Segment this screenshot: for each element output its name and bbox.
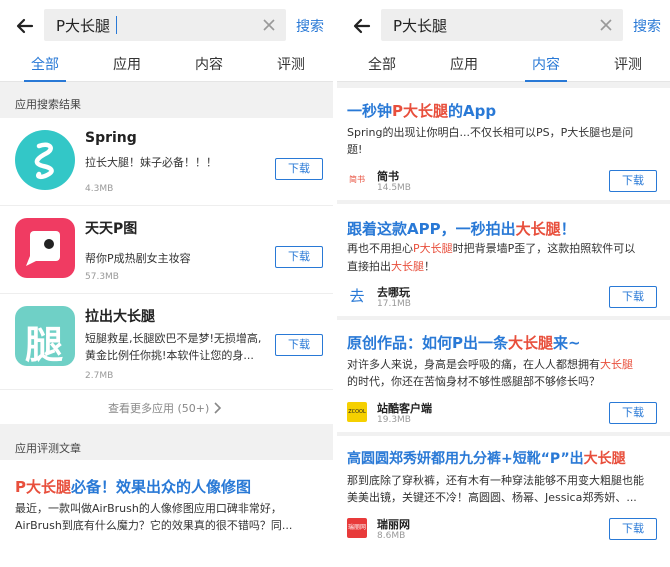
app-name: 拉出大长腿 [85,309,155,325]
reviews-section-header: 应用评测文章 [0,430,333,460]
search-button[interactable]: 搜索 [296,16,324,36]
app-size: 4.3MB [85,184,114,194]
article-title: P大长腿必备！效果出众的人像修图 [15,478,252,496]
tab-bar: 全部 应用 内容 评测 [0,52,333,82]
search-input[interactable]: P大长腿 [44,9,286,41]
search-bar: P大长腿 搜索 [337,0,670,52]
tab-all[interactable]: 全部 [4,54,86,82]
app-list-item[interactable]: 天天P图 帮你P成热剧女主妆容 57.3MB 下载 [0,206,333,294]
source-app-size: 17.1MB [377,299,411,309]
article-excerpt-line2: 直接拍出大长腿！ [347,260,435,273]
tab-reviews[interactable]: 评测 [587,54,669,80]
app-list-item[interactable]: Spring 拉长大腿！妹子必备！！！ 4.3MB 下载 [0,118,333,206]
jianshu-logo-icon: 简书 [347,170,367,190]
source-app-size: 19.3MB [377,415,411,425]
more-apps-link[interactable]: 查看更多应用 (50+) [0,390,333,424]
download-button[interactable]: 下载 [609,286,657,308]
source-app-size: 8.6MB [377,531,406,541]
article-excerpt-line2: 的时代，你还在苦恼身材不够性感腿部不够修长吗？ [347,375,600,388]
article-excerpt-line1: 再也不用担心P大长腿时把背景墙P歪了，这款拍照软件可以 [347,242,636,255]
rayli-logo-icon: 瑞丽网 [347,518,367,538]
download-button[interactable]: 下载 [275,334,323,356]
back-arrow-icon[interactable] [349,13,375,39]
download-button[interactable]: 下载 [275,246,323,268]
article-excerpt-line1: 最近，一款叫做AirBrush的人像修图应用口碑非常好， [15,502,282,515]
app-list-item[interactable]: 腿 拉出大长腿 短腿救星,长腿欧巴不是梦!无损增高, 黄金比例任你挑!本软件让您… [0,294,333,390]
more-apps-label: 查看更多应用 (50+) [108,402,210,415]
search-bar: P大长腿 搜索 [0,0,333,52]
tab-bar: 全部 应用 内容 评测 [337,52,670,82]
tiantian-ptu-app-icon [15,218,75,278]
content-article-card[interactable]: 原创作品：如何P出一条大长腿来~ 对许多人来说，身高是会呼吸的痛，在人人都想拥有… [337,320,670,432]
content-article-card[interactable]: 跟着这款APP，一秒拍出大长腿！ 再也不用担心P大长腿时把背景墙P歪了，这款拍照… [337,204,670,316]
article-title: 高圆圆郑秀妍都用九分裤+短靴“P”出大长腿 [347,451,626,467]
content-article-card[interactable]: 一秒钟P大长腿的App Spring的出现让你明白...不仅长相可以PS，P大长… [337,88,670,200]
source-name: 去哪玩 [377,286,410,299]
search-input[interactable]: P大长腿 [381,9,623,41]
tab-reviews[interactable]: 评测 [250,54,332,80]
app-name: Spring [85,130,137,146]
article-title: 跟着这款APP，一秒拍出大长腿！ [347,220,576,238]
source-app-size: 14.5MB [377,183,411,193]
apps-section-title: 应用搜索结果 [15,98,81,111]
article-excerpt-line1: 对许多人来说，身高是会呼吸的痛，在人人都想拥有大长腿 [347,358,633,371]
article-excerpt-line1: Spring的出现让你明白...不仅长相可以PS，P大长腿也是问 [347,126,634,139]
content-article-card[interactable]: 高圆圆郑秀妍都用九分裤+短靴“P”出大长腿 那到底除了穿秋裤，还有木有一种穿法能… [337,436,670,567]
text-caret [116,16,117,34]
app-description-line2: 黄金比例任你挑!本软件让您的身... [85,349,254,362]
article-excerpt-line1: 那到底除了穿秋裤，还有木有一种穿法能够不用变大粗腿也能 [347,474,644,487]
clear-icon[interactable] [597,16,615,34]
source-name: 简书 [377,170,399,183]
app-description: 帮你P成热剧女主妆容 [85,252,191,265]
spring-app-icon [15,130,75,190]
back-arrow-icon[interactable] [12,13,38,39]
tab-all[interactable]: 全部 [341,54,423,80]
zcool-logo-icon: ZCOOL [347,402,367,422]
source-name: 站酷客户端 [377,402,432,415]
tab-apps[interactable]: 应用 [86,54,168,80]
right-screen: P大长腿 搜索 全部 应用 内容 评测 一秒钟P大长腿的App Spring的出… [337,0,670,567]
article-excerpt-line2: 美美出镜，关键还不冷！高圆圆、杨幂、Jessica郑秀妍、... [347,491,637,504]
search-query: P大长腿 [393,17,448,35]
app-description-line1: 短腿救星,长腿欧巴不是梦!无损增高, [85,332,262,345]
app-description: 拉长大腿！妹子必备！！！ [85,156,217,169]
download-button[interactable]: 下载 [609,170,657,192]
app-size: 2.7MB [85,371,114,381]
download-button[interactable]: 下载 [609,402,657,424]
article-title: 一秒钟P大长腿的App [347,102,497,120]
tab-apps[interactable]: 应用 [423,54,505,80]
article-excerpt-line2: AirBrush到底有什么魔力？它的效果真的很不错吗？同... [15,519,293,532]
clear-icon[interactable] [260,16,278,34]
article-title: 原创作品：如何P出一条大长腿来~ [347,334,581,352]
app-name: 天天P图 [85,221,138,237]
download-button[interactable]: 下载 [275,158,323,180]
article-excerpt-line2: 题! [347,143,363,156]
download-button[interactable]: 下载 [609,518,657,540]
app-icon-glyph: 腿 [25,323,64,366]
source-name: 瑞丽网 [377,518,410,531]
reviews-section-title: 应用评测文章 [15,442,81,455]
qunawan-logo-icon: 去 [349,287,365,305]
review-article-card[interactable]: P大长腿必备！效果出众的人像修图 最近，一款叫做AirBrush的人像修图应用口… [0,460,333,567]
left-screen: P大长腿 搜索 全部 应用 内容 评测 应用搜索结果 Spring 拉长大腿！妹… [0,0,333,567]
app-size: 57.3MB [85,272,119,282]
search-query: P大长腿 [56,17,111,35]
apps-section-header: 应用搜索结果 [0,88,333,118]
lachu-app-icon: 腿 [15,306,75,366]
tab-content[interactable]: 内容 [168,54,250,80]
chevron-right-icon [214,402,222,414]
tab-content[interactable]: 内容 [505,54,587,82]
search-button[interactable]: 搜索 [633,16,661,36]
